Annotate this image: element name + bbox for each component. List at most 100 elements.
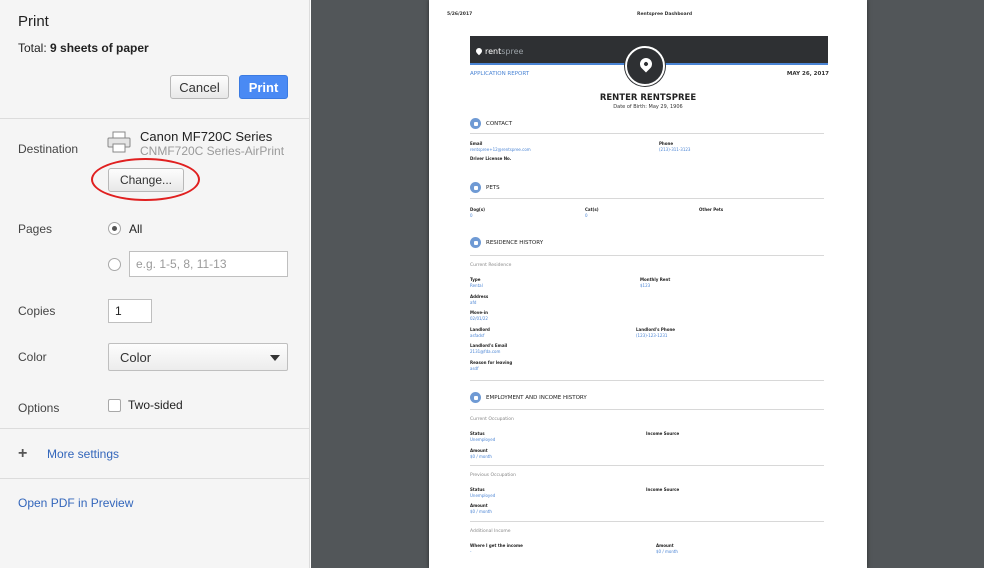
- residence-icon: [470, 237, 481, 248]
- total-sheets: Total: 9 sheets of paper: [18, 41, 149, 55]
- report-date: MAY 26, 2017: [786, 71, 829, 77]
- section-divider: [470, 133, 824, 134]
- license-label: Driver License No.: [470, 156, 512, 161]
- logo-rent: rent: [485, 47, 502, 56]
- pages-range-input[interactable]: [129, 251, 288, 277]
- destination-label: Destination: [18, 142, 79, 156]
- cats-label: Cat(s): [585, 207, 599, 212]
- employment-icon: [470, 392, 481, 403]
- landlord-label: Landlord: [470, 327, 490, 332]
- move-in-value: 02/01/22: [470, 316, 488, 321]
- pets-section-title: PETS: [486, 185, 500, 191]
- employment-section-title: EMPLOYMENT AND INCOME HISTORY: [486, 395, 587, 401]
- more-settings-link[interactable]: More settings: [47, 447, 119, 461]
- landlord-phone-value: (123)-123-1231: [636, 333, 668, 338]
- email-label: Email: [470, 141, 483, 146]
- section-divider: [470, 521, 824, 522]
- reason-value: asdf: [470, 366, 479, 371]
- dogs-value: 0: [470, 213, 473, 218]
- map-pin-icon: [637, 55, 655, 73]
- total-prefix: Total:: [18, 41, 51, 55]
- section-divider: [470, 380, 824, 381]
- pages-all-radio[interactable]: [108, 222, 121, 235]
- cancel-button[interactable]: Cancel: [170, 75, 229, 99]
- additional-amount-label: Amount: [656, 543, 674, 548]
- divider: [0, 428, 310, 429]
- copies-label: Copies: [18, 304, 56, 318]
- printer-subtitle: CNMF720C Series-AirPrint: [140, 144, 285, 158]
- income-where-label: Where I get the income: [470, 543, 523, 548]
- print-preview-area[interactable]: 5/26/2017 Rentspree Dashboard rentspree …: [311, 0, 984, 568]
- printer-icon: [107, 131, 131, 153]
- amount-value: $0 / month: [470, 454, 492, 459]
- section-divider: [470, 465, 824, 466]
- additional-amount-value: $0 / month: [656, 549, 678, 554]
- color-select[interactable]: Color: [108, 343, 288, 371]
- previous-occupation-heading: Previous Occupation: [470, 473, 517, 478]
- color-label: Color: [18, 350, 47, 364]
- logo-pin-icon: [474, 46, 484, 56]
- two-sided-label[interactable]: Two-sided: [128, 398, 183, 412]
- cats-value: 0: [585, 213, 588, 218]
- page-header-title: Rentspree Dashboard: [637, 12, 693, 17]
- annotation-circle: [91, 158, 200, 201]
- type-value: Rental: [470, 283, 483, 288]
- address-value: afd: [470, 300, 477, 305]
- move-in-label: Move-in: [470, 310, 488, 315]
- pages-label: Pages: [18, 222, 53, 236]
- plus-icon[interactable]: +: [18, 446, 27, 462]
- status-value: Unemployed: [470, 437, 496, 442]
- printer-name: Canon MF720C Series: [140, 129, 273, 144]
- landlord-email-label: Landlord's Email: [470, 343, 508, 348]
- phone-value: (213)-311-3123: [659, 147, 691, 152]
- contact-icon: [470, 118, 481, 129]
- current-residence-heading: Current Residence: [470, 263, 512, 268]
- date-of-birth: Date of Birth: May 29, 1906: [613, 104, 683, 110]
- preview-page: 5/26/2017 Rentspree Dashboard rentspree …: [429, 0, 867, 568]
- amount-label: Amount: [470, 448, 488, 453]
- other-pets-label: Other Pets: [699, 207, 724, 212]
- landlord-email-value: 2131@fda.com: [470, 349, 501, 354]
- address-label: Address: [470, 294, 489, 299]
- copies-input[interactable]: [108, 299, 152, 323]
- home-pin-badge-icon: [625, 46, 665, 86]
- income-where-value: -: [470, 549, 472, 554]
- renter-name: RENTER RENTSPREE: [599, 93, 697, 103]
- section-divider: [470, 255, 824, 256]
- type-label: Type: [470, 277, 481, 282]
- divider: [0, 118, 310, 119]
- open-pdf-in-preview-link[interactable]: Open PDF in Preview: [18, 496, 133, 510]
- divider: [0, 478, 310, 479]
- landlord-value: asfadsf: [470, 333, 485, 338]
- dialog-title: Print: [18, 13, 49, 30]
- rentspree-logo: rentspree: [474, 46, 524, 56]
- print-button[interactable]: Print: [239, 75, 288, 99]
- landlord-phone-label: Landlord's Phone: [636, 327, 675, 332]
- print-settings-panel: Print Total: 9 sheets of paper Cancel Pr…: [0, 0, 310, 568]
- income-source-label: Income Source: [646, 431, 680, 436]
- contact-section-title: CONTACT: [486, 121, 513, 127]
- current-occupation-heading: Current Occupation: [470, 417, 514, 422]
- section-divider: [470, 198, 824, 199]
- status-label: Status: [470, 431, 485, 436]
- application-report-label: APPLICATION REPORT: [470, 71, 530, 77]
- pages-range-radio[interactable]: [108, 258, 121, 271]
- prev-status-label: Status: [470, 487, 485, 492]
- dogs-label: Dog(s): [470, 207, 485, 212]
- prev-status-value: Unemployed: [470, 493, 496, 498]
- prev-amount-value: $0 / month: [470, 509, 492, 514]
- monthly-rent-value: $123: [640, 283, 651, 288]
- pets-icon: [470, 182, 481, 193]
- two-sided-checkbox[interactable]: [108, 399, 121, 412]
- prev-income-source-label: Income Source: [646, 487, 680, 492]
- logo-spree: spree: [501, 47, 524, 56]
- page-header-date: 5/26/2017: [447, 12, 473, 17]
- section-divider: [470, 409, 824, 410]
- reason-label: Reason for leaving: [470, 360, 513, 365]
- email-value: rentspree+12@rentspree.com: [470, 147, 531, 152]
- monthly-rent-label: Monthly Rent: [640, 277, 671, 282]
- phone-label: Phone: [659, 141, 674, 146]
- pages-all-label[interactable]: All: [129, 222, 142, 236]
- residence-section-title: RESIDENCE HISTORY: [486, 240, 544, 246]
- additional-income-heading: Additional Income: [470, 529, 511, 534]
